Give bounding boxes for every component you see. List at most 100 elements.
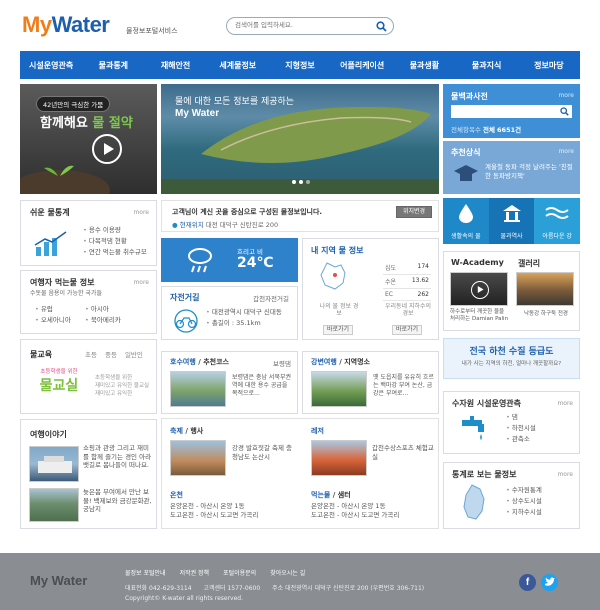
lake-thumb[interactable]: [170, 371, 226, 407]
river-thumb[interactable]: [311, 371, 367, 407]
list-item[interactable]: • 아시아: [85, 304, 121, 315]
visual-logo: My Water: [175, 108, 220, 119]
slide-dot[interactable]: [299, 180, 303, 184]
easy-stats-more[interactable]: more: [133, 209, 149, 216]
footer-link[interactable]: 찾아오시는 길: [270, 568, 305, 577]
river-title2: 지역명소: [344, 358, 370, 366]
search-icon[interactable]: [376, 21, 387, 32]
stat-key: 심도: [385, 265, 397, 272]
footer-logo: My Water: [30, 573, 88, 588]
nav-item[interactable]: 지형정보: [269, 60, 331, 71]
banner-line1: 함께해요: [40, 116, 88, 131]
nav-item[interactable]: 물과생활: [393, 60, 455, 71]
list-item-label: 아시아: [90, 305, 109, 313]
search-field[interactable]: [226, 17, 394, 35]
list-item[interactable]: • 연간 먹는물 취수규모: [83, 247, 147, 258]
list-item[interactable]: • 용수 이용량: [83, 225, 147, 236]
tab-elementary[interactable]: 초등: [85, 349, 97, 359]
story-text-2[interactable]: 늦은봄 부여에서 만난 보물! 백제보와 금강문화관, 궁남지: [83, 488, 153, 514]
recommend-box[interactable]: 추천상식 more 계울철 동파 걱정 날려주는 '친절한 동파방지책': [443, 141, 580, 194]
academy-video-thumb[interactable]: [450, 272, 508, 306]
edu-desc-line: 초등학생을 위한: [95, 375, 133, 381]
main-visual[interactable]: 물에 대한 모든 정보를 제공하는 My Water: [161, 84, 439, 194]
gallery-thumb[interactable]: [516, 272, 574, 306]
region-map-image[interactable]: [317, 259, 353, 295]
gallery-caption: 낙동강 하구둑 전경: [524, 311, 568, 317]
recommend-more[interactable]: more: [558, 148, 574, 155]
play-button[interactable]: [471, 281, 489, 299]
footer-link[interactable]: 저작권 정책: [180, 568, 210, 577]
list-item-label: 수자원통계: [511, 486, 542, 494]
list-item[interactable]: • 하천시설: [506, 423, 536, 434]
slide-indicators[interactable]: [292, 180, 310, 184]
nav-item[interactable]: 재해안전: [144, 60, 206, 71]
list-item[interactable]: • 댐: [506, 412, 536, 423]
local-title: 내 지역 물 정보: [311, 246, 364, 255]
water-drop-icon: [459, 204, 473, 223]
list-item[interactable]: • 수자원통계: [506, 485, 542, 496]
twitter-icon[interactable]: [541, 574, 558, 591]
search-icon[interactable]: [560, 107, 569, 116]
story-text-1[interactable]: 쇼핑과 관광 그리고 재미를 함께 즐기는 경인 아라뱃길로 봄나들이 떠나요.: [83, 444, 153, 470]
story-thumb-ferry[interactable]: [29, 446, 79, 482]
list-item[interactable]: • 유럽: [35, 304, 71, 315]
tab-general[interactable]: 일반인: [125, 349, 143, 359]
list-item[interactable]: 온양온천 - 아산시 온양 1동: [170, 502, 258, 511]
facility-more[interactable]: more: [557, 400, 573, 407]
stat-key: 수온: [385, 279, 397, 286]
list-item[interactable]: 도고온천 - 아산시 도고면 가곡리: [311, 511, 399, 520]
quick-link-history[interactable]: 물과역사: [488, 198, 535, 244]
list-item[interactable]: • 다목적댐 현황: [83, 236, 147, 247]
tab-middle[interactable]: 중등: [105, 349, 117, 359]
list-item[interactable]: 도고온천 - 아산시 도고면 가곡리: [170, 511, 258, 520]
slide-dot[interactable]: [306, 180, 310, 184]
nav-item[interactable]: 세계물정보: [207, 60, 269, 71]
list-item[interactable]: • 상수도시설: [506, 496, 542, 507]
notice-text: 고객님이 계신 곳을 중심으로 구성된 물정보입니다.: [172, 208, 323, 216]
fax-value: 1577-0600: [227, 585, 261, 592]
list-item[interactable]: • 관측소: [506, 434, 536, 445]
nav-item[interactable]: 물과지식: [456, 60, 518, 71]
list-item[interactable]: 온양온천 - 아산시 온양 1동: [311, 502, 399, 511]
encyclopedia-input[interactable]: [451, 105, 572, 118]
nav-item[interactable]: 물과통계: [82, 60, 144, 71]
local-a-button[interactable]: 바로가기: [323, 325, 353, 335]
logo-water: Water: [51, 12, 110, 37]
footer-link[interactable]: 물정보 포털안내: [125, 568, 166, 577]
local-b-button[interactable]: 바로가기: [392, 325, 422, 335]
encyclopedia-more[interactable]: more: [558, 92, 574, 99]
weather-temp: 24℃: [237, 255, 274, 271]
list-item[interactable]: • 오세아니아: [35, 315, 71, 326]
nav-item[interactable]: 시설운영관측: [20, 60, 82, 71]
facebook-icon[interactable]: f: [519, 574, 536, 591]
footer-link[interactable]: 포털이용문의: [223, 568, 256, 577]
logo[interactable]: MyWater: [22, 12, 110, 40]
river-quality-banner[interactable]: 전국 하천 수질 등급도 내가 사는 지역의 하천, 얼마나 깨끗할까요?: [443, 338, 580, 379]
stat-key: EC: [385, 291, 393, 298]
change-location-button[interactable]: 위치변경: [396, 206, 432, 218]
travel-water-more[interactable]: more: [133, 279, 149, 286]
quick-link-river[interactable]: 아름다운 강: [534, 198, 581, 244]
slide-dot[interactable]: [292, 180, 296, 184]
local-water-box: 내 지역 물 정보 심도 174 수온 13.62 EC 262 나의 물 정보 경보 우…: [302, 238, 439, 340]
statmap-more[interactable]: more: [557, 471, 573, 478]
search-input[interactable]: [235, 21, 365, 29]
travel-water-title: 여행자 먹는물 정보: [30, 278, 95, 287]
water-saving-banner[interactable]: 42년만의 극심한 가뭄 함께해요 물 절약: [20, 84, 157, 194]
list-item[interactable]: • 대전광역시 대덕구 신대동: [206, 307, 282, 318]
water-class-image[interactable]: 초등학생을 위한 물교실: [29, 367, 89, 405]
festival-thumb[interactable]: [170, 440, 226, 476]
story-thumb-lake[interactable]: [29, 488, 79, 522]
fax-label: 고객센터: [203, 585, 226, 592]
list-item-label: 상수도시설: [511, 497, 542, 505]
nav-item[interactable]: 어플리케이션: [331, 60, 393, 71]
nav-item[interactable]: 정보마당: [518, 60, 580, 71]
list-item[interactable]: • 북아메리카: [85, 315, 121, 326]
leisure-thumb[interactable]: [311, 440, 367, 476]
quick-link-label: 아름다운 강: [542, 233, 572, 240]
soil-hand-image: [20, 165, 110, 194]
list-item[interactable]: • 총길이 : 35.1km: [206, 318, 282, 329]
play-button[interactable]: [92, 134, 122, 164]
quick-link-life-water[interactable]: 생활속의 물: [443, 198, 489, 244]
list-item[interactable]: • 지하수시설: [506, 507, 542, 518]
